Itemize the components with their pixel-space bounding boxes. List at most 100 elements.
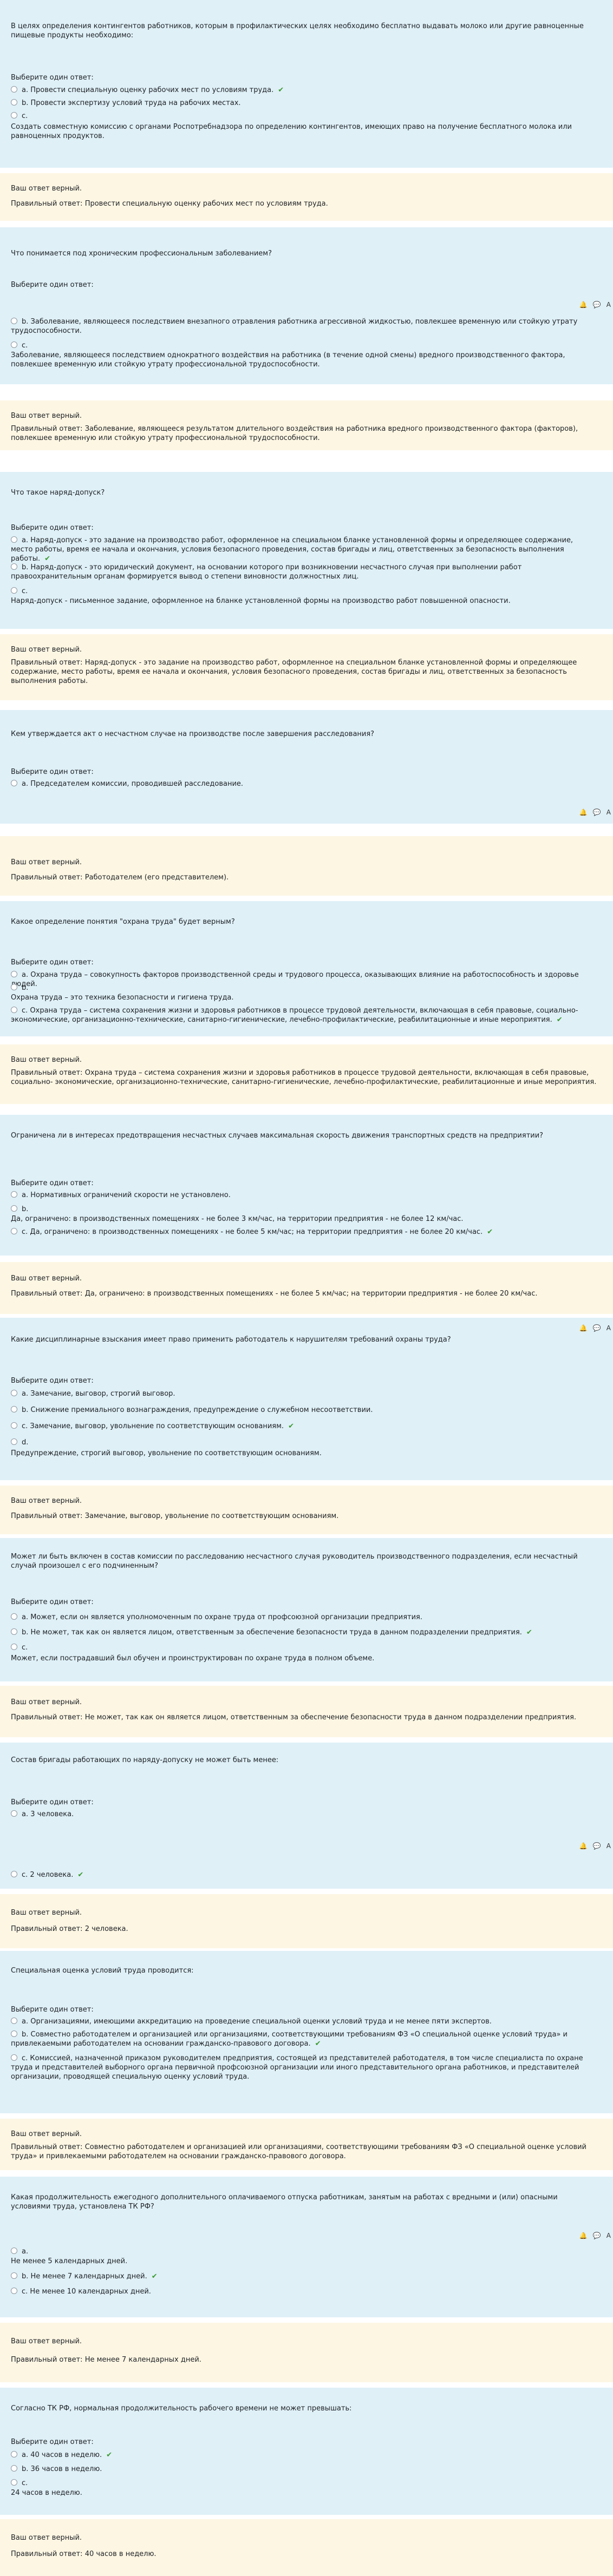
answer-option[interactable]: c. xyxy=(11,2479,597,2488)
bell-icon[interactable]: 🔔 xyxy=(579,806,588,818)
text-size-icon[interactable]: A xyxy=(607,299,611,311)
radio-icon[interactable] xyxy=(11,1644,17,1650)
chat-icon[interactable]: 💬 xyxy=(593,299,601,311)
answer-option[interactable]: a. Может, если он является уполномоченны… xyxy=(11,1613,597,1622)
question-block: Специальная оценка условий труда проводи… xyxy=(0,1951,613,2113)
chat-icon[interactable]: 💬 xyxy=(593,2230,601,2242)
page-toolbar: 🔔 💬 A xyxy=(568,299,613,311)
radio-icon[interactable] xyxy=(11,971,17,977)
answer-option[interactable]: b. Заболевание, являющееся последствием … xyxy=(11,317,597,336)
answer-option[interactable]: b. Не может, так как он является лицом, … xyxy=(11,1628,597,1637)
checkmark-icon: ✔ xyxy=(44,555,51,563)
radio-icon[interactable] xyxy=(11,2248,17,2254)
radio-icon[interactable] xyxy=(11,780,17,786)
answer-option[interactable]: a. xyxy=(11,2247,597,2256)
answer-option[interactable]: a. 40 часов в неделю. ✔ xyxy=(11,2450,597,2460)
page-toolbar: 🔔 💬 A xyxy=(568,1322,613,1334)
answer-option[interactable]: a. Нормативных ограничений скорости не у… xyxy=(11,1191,597,1200)
answer-option[interactable]: a. 3 человека. xyxy=(11,1810,597,1819)
radio-icon[interactable] xyxy=(11,1390,17,1396)
choose-one-label: Выберите один ответ: xyxy=(11,768,94,776)
answer-option[interactable]: b. xyxy=(11,983,597,993)
radio-icon[interactable] xyxy=(11,1613,17,1620)
radio-icon[interactable] xyxy=(11,86,17,93)
radio-icon[interactable] xyxy=(11,2030,17,2037)
radio-icon[interactable] xyxy=(11,2018,17,2024)
answer-option[interactable]: b. Не менее 7 календарных дней. ✔ xyxy=(11,2272,597,2281)
radio-icon[interactable] xyxy=(11,984,17,990)
chat-icon[interactable]: 💬 xyxy=(593,1322,601,1334)
bell-icon[interactable]: 🔔 xyxy=(579,1840,588,1852)
question-text: Состав бригады работающих по наряду-допу… xyxy=(11,1756,279,1764)
radio-icon[interactable] xyxy=(11,2451,17,2457)
answer-option-text: Наряд-допуск - письменное задание, оформ… xyxy=(11,597,511,605)
text-size-icon[interactable]: A xyxy=(607,806,611,818)
question-text: Кем утверждается акт о несчастном случае… xyxy=(11,730,375,738)
answer-option[interactable]: b. xyxy=(11,1205,597,1214)
bell-icon[interactable]: 🔔 xyxy=(579,299,588,311)
question-text: Что такое наряд-допуск? xyxy=(11,489,105,497)
answer-option[interactable]: a. Председателем комиссии, проводившей р… xyxy=(11,779,597,788)
answer-option[interactable]: c. Замечание, выговор, увольнение по соо… xyxy=(11,1422,597,1431)
radio-icon[interactable] xyxy=(11,1191,17,1198)
bell-icon[interactable]: 🔔 xyxy=(579,1322,588,1334)
question-text: Что понимается под хроническим профессио… xyxy=(11,249,272,258)
choose-one-label: Выберите один ответ: xyxy=(11,1798,94,1806)
radio-icon[interactable] xyxy=(11,1871,17,1877)
radio-icon[interactable] xyxy=(11,1810,17,1817)
bell-icon[interactable]: 🔔 xyxy=(579,2230,588,2242)
radio-icon[interactable] xyxy=(11,99,17,106)
answer-option[interactable]: c. xyxy=(11,341,597,350)
answer-option[interactable]: c. Комиссией, назначенной приказом руков… xyxy=(11,2054,597,2081)
radio-icon[interactable] xyxy=(11,1628,17,1635)
question-block: Какое определение понятия "охрана труда"… xyxy=(0,901,613,1036)
text-size-icon[interactable]: A xyxy=(607,1840,611,1852)
answer-option[interactable]: c. 2 человека. ✔ xyxy=(11,1870,597,1880)
radio-icon[interactable] xyxy=(11,1438,17,1445)
answer-option[interactable]: a. Провести специальную оценку рабочих м… xyxy=(11,86,597,95)
answer-option[interactable]: a. Организациями, имеющими аккредитацию … xyxy=(11,2017,597,2026)
answer-option-text: 24 часов в неделю. xyxy=(11,2489,82,2497)
radio-icon[interactable] xyxy=(11,1406,17,1412)
feedback-block: Ваш ответ верный. Правильный ответ: 2 че… xyxy=(0,1894,613,1948)
answer-option[interactable]: a. Замечание, выговор, строгий выговор. xyxy=(11,1389,597,1398)
correct-answer: Правильный ответ: Наряд-допуск - это зад… xyxy=(11,659,577,685)
answer-option[interactable]: b. Наряд-допуск - это юридический докуме… xyxy=(11,563,597,581)
feedback-status: Ваш ответ верный. xyxy=(11,1274,82,1283)
radio-icon[interactable] xyxy=(11,2479,17,2486)
radio-icon[interactable] xyxy=(11,563,17,570)
answer-option[interactable]: b. Снижение премиального вознаграждения,… xyxy=(11,1405,597,1415)
answer-option[interactable]: b. Совместно работодателем и организацие… xyxy=(11,2030,597,2048)
feedback-status: Ваш ответ верный. xyxy=(11,1497,82,1505)
answer-option[interactable]: b. Провести экспертизу условий труда на … xyxy=(11,98,597,108)
text-size-icon[interactable]: A xyxy=(607,2230,611,2242)
answer-option[interactable]: c. Не менее 10 календарных дней. xyxy=(11,2287,597,2296)
radio-icon[interactable] xyxy=(11,2054,17,2061)
radio-icon[interactable] xyxy=(11,112,17,119)
radio-icon[interactable] xyxy=(11,318,17,324)
radio-icon[interactable] xyxy=(11,1205,17,1212)
radio-icon[interactable] xyxy=(11,2288,17,2294)
answer-option[interactable]: c. xyxy=(11,111,597,121)
radio-icon[interactable] xyxy=(11,1422,17,1429)
answer-option[interactable]: a. Наряд-допуск - это задание на произво… xyxy=(11,536,597,563)
radio-icon[interactable] xyxy=(11,2465,17,2472)
correct-answer: Правильный ответ: Да, ограничено: в прои… xyxy=(11,1290,538,1298)
radio-icon[interactable] xyxy=(11,1007,17,1013)
answer-option[interactable]: c. xyxy=(11,1643,597,1652)
radio-icon[interactable] xyxy=(11,2272,17,2279)
radio-icon[interactable] xyxy=(11,587,17,594)
radio-icon[interactable] xyxy=(11,536,17,543)
answer-option[interactable]: c. xyxy=(11,587,597,596)
answer-option[interactable]: b. 36 часов в неделю. xyxy=(11,2465,597,2474)
chat-icon[interactable]: 💬 xyxy=(593,806,601,818)
correct-answer: Правильный ответ: Охрана труда – система… xyxy=(11,1069,597,1086)
answer-option[interactable]: d. xyxy=(11,1438,597,1447)
radio-icon[interactable] xyxy=(11,1228,17,1234)
text-size-icon[interactable]: A xyxy=(607,1322,611,1334)
answer-option[interactable]: c. Да, ограничено: в производственных по… xyxy=(11,1227,597,1237)
feedback-status: Ваш ответ верный. xyxy=(11,858,82,866)
radio-icon[interactable] xyxy=(11,341,17,348)
chat-icon[interactable]: 💬 xyxy=(593,1840,601,1852)
answer-option[interactable]: c. Охрана труда – система сохранения жиз… xyxy=(11,1006,597,1024)
